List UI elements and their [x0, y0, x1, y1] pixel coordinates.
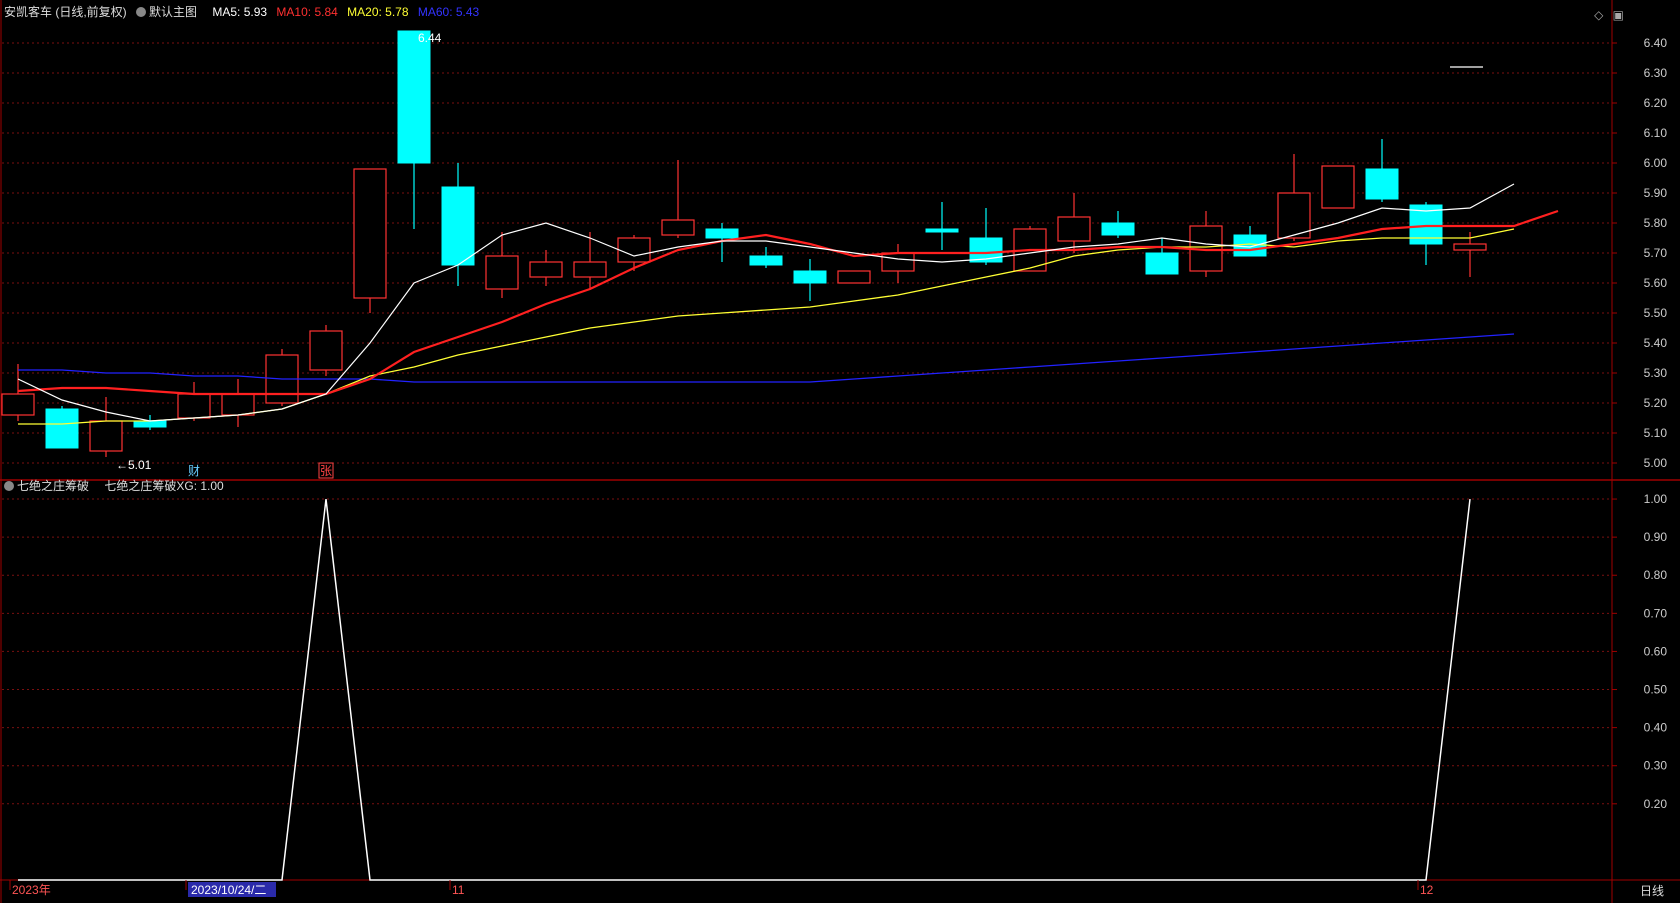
price-tick-label: 5.20 — [1644, 396, 1668, 410]
candle-body — [749, 255, 783, 266]
indicator-select[interactable]: 七绝之庄筹破 — [4, 479, 95, 493]
candle-body — [45, 408, 79, 449]
price-tick-label: 5.40 — [1644, 336, 1668, 350]
price-tick-label: 6.20 — [1644, 96, 1668, 110]
window-controls: ◇ ▣ — [1588, 8, 1624, 22]
ma20-label: MA20: 5.78 — [347, 5, 409, 19]
price-tick-label: 5.70 — [1644, 246, 1668, 260]
candle-body — [1145, 252, 1179, 275]
candle-body — [573, 261, 607, 278]
indicator-tick-label: 1.00 — [1644, 492, 1668, 506]
period-button[interactable]: 日线 — [1640, 882, 1664, 899]
candle-body — [705, 228, 739, 239]
indicator-name: 七绝之庄筹破 — [17, 479, 90, 493]
price-tick-label: 5.60 — [1644, 276, 1668, 290]
event-marker: 张 — [320, 464, 332, 478]
price-tick-label: 5.30 — [1644, 366, 1668, 380]
candle-body — [793, 270, 827, 284]
candle-body — [1233, 234, 1267, 257]
indicator-tick-label: 0.30 — [1644, 759, 1668, 773]
indicator-tick-label: 0.50 — [1644, 683, 1668, 697]
candle-body — [441, 186, 475, 266]
price-tick-label: 5.50 — [1644, 306, 1668, 320]
main-chart-header: 安凯客车 (日线,前复权) 默认主图 MA5: 5.93 MA10: 5.84 … — [4, 5, 485, 19]
price-tick-label: 6.30 — [1644, 66, 1668, 80]
x-axis-label: 12 — [1420, 883, 1434, 897]
indicator-tick-label: 0.90 — [1644, 530, 1668, 544]
candle-body — [617, 237, 651, 263]
price-tick-label: 6.10 — [1644, 126, 1668, 140]
candle-body — [1365, 168, 1399, 200]
ma10-label: MA10: 5.84 — [276, 5, 338, 19]
price-tick-label: 5.90 — [1644, 186, 1668, 200]
price-tick-label: 6.00 — [1644, 156, 1668, 170]
candle-body — [397, 30, 431, 164]
price-tick-label: 5.10 — [1644, 426, 1668, 440]
stock-name[interactable]: 安凯客车 (日线,前复权) — [4, 5, 127, 19]
ma5-label: MA5: 5.93 — [212, 5, 268, 19]
x-axis-label: 2023年 — [12, 883, 51, 897]
candle-body — [925, 228, 959, 233]
template-select[interactable]: 默认主图 — [136, 5, 203, 19]
candle-body — [1277, 192, 1311, 239]
candle-body — [1101, 222, 1135, 236]
candle-body — [353, 168, 387, 299]
indicator-tick-label: 0.80 — [1644, 568, 1668, 582]
candle-body — [485, 255, 519, 290]
candle-body — [309, 330, 343, 371]
dropdown-dot-icon — [136, 7, 147, 17]
indicator-value-label: 七绝之庄筹破XG: 1.00 — [104, 479, 224, 493]
indicator-tick-label: 0.70 — [1644, 606, 1668, 620]
chart-canvas[interactable]: 6.40 6.30 6.20 6.10 6.00 5.90 5.80 5.70 5.60 5.50… — [0, 0, 1680, 903]
candle-body — [529, 261, 563, 278]
ma60-label: MA60: 5.43 — [417, 5, 480, 19]
price-tick-label: 5.00 — [1644, 456, 1668, 470]
selected-date-label: 2023/10/24/二 — [191, 883, 266, 897]
candle-body — [133, 420, 167, 428]
candle-body — [661, 219, 695, 236]
diamond-icon[interactable]: ◇ — [1594, 8, 1603, 22]
candle-body — [1, 393, 35, 416]
template-label: 默认主图 — [149, 5, 198, 19]
restore-icon[interactable]: ▣ — [1613, 8, 1624, 22]
ma60-line — [18, 333, 1515, 383]
candle-body — [837, 270, 871, 284]
indicator-tick-label: 0.40 — [1644, 721, 1668, 735]
candle-body — [1321, 165, 1355, 209]
indicator-header: 七绝之庄筹破 七绝之庄筹破XG: 1.00 — [4, 479, 230, 493]
candle-body — [221, 393, 255, 416]
x-axis-label: 11 — [452, 883, 465, 897]
price-tick-label: 5.80 — [1644, 216, 1668, 230]
candle-body — [881, 252, 915, 272]
candle-body — [1057, 216, 1091, 242]
low-price-annotation: ←5.01 — [116, 458, 152, 472]
candle-body — [177, 393, 211, 419]
candle-body — [89, 420, 123, 452]
event-marker: 财 — [188, 464, 200, 478]
price-tick-label: 6.40 — [1644, 36, 1668, 50]
ma10-line — [17, 209, 1559, 396]
dropdown-dot-icon — [4, 481, 14, 491]
indicator-tick-label: 0.20 — [1644, 797, 1668, 811]
indicator-tick-label: 0.60 — [1644, 644, 1668, 658]
high-price-annotation: 6.44 — [418, 31, 442, 45]
candle-body — [1453, 243, 1487, 251]
